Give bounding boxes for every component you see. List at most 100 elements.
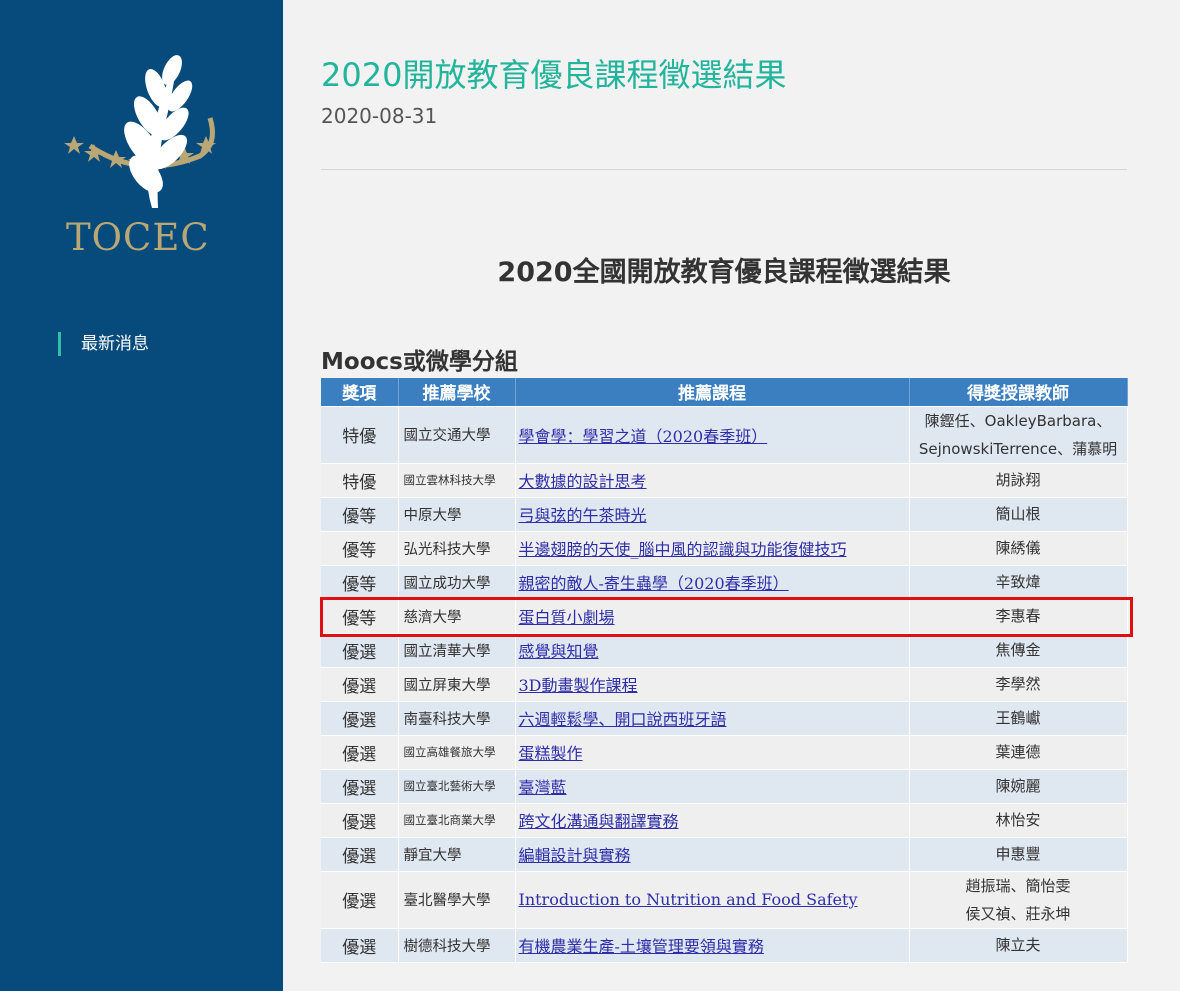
course-cell: 有機農業生產-土壤管理要領與實務 bbox=[515, 928, 910, 963]
header-school: 推薦學校 bbox=[398, 378, 516, 407]
group-title: Moocs或微學分組 bbox=[321, 349, 518, 375]
school-cell: 國立成功大學 bbox=[398, 565, 516, 600]
teacher-cell: 胡詠翔 bbox=[909, 463, 1128, 498]
table-row: 優選 國立清華大學 感覺與知覺 焦傳金 bbox=[321, 633, 1128, 668]
school-cell: 國立交通大學 bbox=[398, 406, 516, 464]
course-link[interactable]: 跨文化溝通與翻譯實務 bbox=[519, 812, 679, 831]
school-cell: 慈濟大學 bbox=[398, 599, 516, 634]
award-cell: 優選 bbox=[321, 701, 399, 736]
course-cell: 蛋白質小劇場 bbox=[515, 599, 910, 634]
teacher-line: 侯又禎、莊永坤 bbox=[965, 904, 1071, 923]
table-row: 優選 國立臺北藝術大學 臺灣藍 陳婉麗 bbox=[321, 769, 1128, 804]
sidebar-item-latest-news[interactable]: 最新消息 bbox=[58, 332, 149, 356]
teacher-cell: 趙振瑞、簡怡雯 侯又禎、莊永坤 bbox=[909, 871, 1128, 929]
course-cell: 半邊翅膀的天使_腦中風的認識與功能復健技巧 bbox=[515, 531, 910, 566]
school-cell: 國立雲林科技大學 bbox=[398, 463, 516, 498]
course-link[interactable]: 蛋糕製作 bbox=[519, 744, 583, 763]
table-row: 優等 中原大學 弓與弦的午茶時光 簡山根 bbox=[321, 497, 1128, 532]
course-link[interactable]: 蛋白質小劇場 bbox=[519, 608, 615, 627]
table-row: 優等 慈濟大學 蛋白質小劇場 李惠春 bbox=[321, 599, 1128, 634]
school-cell: 中原大學 bbox=[398, 497, 516, 532]
teacher-cell: 李惠春 bbox=[909, 599, 1128, 634]
school-cell: 南臺科技大學 bbox=[398, 701, 516, 736]
course-link[interactable]: Introduction to Nutrition and Food Safet… bbox=[519, 890, 858, 909]
course-link[interactable]: 臺灣藍 bbox=[519, 778, 567, 797]
course-link[interactable]: 大數據的設計思考 bbox=[519, 472, 647, 491]
teacher-cell: 陳婉麗 bbox=[909, 769, 1128, 804]
award-cell: 優選 bbox=[321, 803, 399, 838]
course-link[interactable]: 感覺與知覺 bbox=[519, 642, 599, 661]
course-link[interactable]: 半邊翅膀的天使_腦中風的認識與功能復健技巧 bbox=[519, 540, 847, 559]
course-cell: 大數據的設計思考 bbox=[515, 463, 910, 498]
award-cell: 優等 bbox=[321, 497, 399, 532]
award-cell: 優等 bbox=[321, 531, 399, 566]
header-award: 獎項 bbox=[321, 378, 399, 407]
post-date: 2020-08-31 bbox=[321, 104, 438, 128]
course-cell: 編輯設計與實務 bbox=[515, 837, 910, 872]
table-row: 優等 國立成功大學 親密的敵人-寄生蟲學（2020春季班） 辛致煒 bbox=[321, 565, 1128, 600]
award-cell: 優等 bbox=[321, 599, 399, 634]
award-cell: 優選 bbox=[321, 769, 399, 804]
course-cell: 感覺與知覺 bbox=[515, 633, 910, 668]
teacher-cell: 簡山根 bbox=[909, 497, 1128, 532]
table-row: 優選 靜宜大學 編輯設計與實務 申惠豐 bbox=[321, 837, 1128, 872]
school-cell: 弘光科技大學 bbox=[398, 531, 516, 566]
page-title: 2020開放教育優良課程徵選結果 bbox=[321, 56, 787, 94]
header-course: 推薦課程 bbox=[515, 378, 910, 407]
award-cell: 優選 bbox=[321, 667, 399, 702]
course-cell: Introduction to Nutrition and Food Safet… bbox=[515, 871, 910, 929]
school-cell: 國立高雄餐旅大學 bbox=[398, 735, 516, 770]
table-row: 優選 南臺科技大學 六週輕鬆學、開口說西班牙語 王鶴巘 bbox=[321, 701, 1128, 736]
course-link[interactable]: 親密的敵人-寄生蟲學（2020春季班） bbox=[519, 574, 789, 593]
course-cell: 六週輕鬆學、開口說西班牙語 bbox=[515, 701, 910, 736]
logo-text: TOCEC bbox=[66, 216, 210, 259]
teacher-line: 陳鏗任、OakleyBarbara、 bbox=[924, 411, 1112, 430]
course-link[interactable]: 有機農業生產-土壤管理要領與實務 bbox=[519, 937, 764, 956]
award-cell: 優選 bbox=[321, 735, 399, 770]
course-cell: 學會學：學習之道（2020春季班） bbox=[515, 406, 910, 464]
table-row: 優選 國立屏東大學 3D動畫製作課程 李學然 bbox=[321, 667, 1128, 702]
award-cell: 優選 bbox=[321, 633, 399, 668]
award-cell: 優選 bbox=[321, 837, 399, 872]
school-cell: 國立清華大學 bbox=[398, 633, 516, 668]
course-cell: 臺灣藍 bbox=[515, 769, 910, 804]
table-row: 特優 國立交通大學 學會學：學習之道（2020春季班） 陳鏗任、OakleyBa… bbox=[321, 406, 1128, 464]
table-row: 優等 弘光科技大學 半邊翅膀的天使_腦中風的認識與功能復健技巧 陳綉儀 bbox=[321, 531, 1128, 566]
school-cell: 國立屏東大學 bbox=[398, 667, 516, 702]
table-row: 優選 國立高雄餐旅大學 蛋糕製作 葉連德 bbox=[321, 735, 1128, 770]
teacher-cell: 辛致煒 bbox=[909, 565, 1128, 600]
awards-table: 獎項 推薦學校 推薦課程 得獎授課教師 特優 國立交通大學 學會學：學習之道（2… bbox=[321, 378, 1128, 963]
course-link[interactable]: 弓與弦的午茶時光 bbox=[519, 506, 647, 525]
school-cell: 國立臺北藝術大學 bbox=[398, 769, 516, 804]
teacher-cell: 林怡安 bbox=[909, 803, 1128, 838]
teacher-cell: 王鶴巘 bbox=[909, 701, 1128, 736]
section-title: 2020全國開放教育優良課程徵選結果 bbox=[497, 257, 951, 288]
course-link[interactable]: 3D動畫製作課程 bbox=[519, 676, 638, 695]
course-cell: 跨文化溝通與翻譯實務 bbox=[515, 803, 910, 838]
course-cell: 親密的敵人-寄生蟲學（2020春季班） bbox=[515, 565, 910, 600]
teacher-cell: 焦傳金 bbox=[909, 633, 1128, 668]
teacher-line: SejnowskiTerrence、蒲慕明 bbox=[918, 439, 1118, 458]
tocec-logo[interactable]: TOCEC bbox=[60, 48, 230, 268]
teacher-cell: 陳綉儀 bbox=[909, 531, 1128, 566]
teacher-line: 趙振瑞、簡怡雯 bbox=[965, 876, 1071, 895]
divider bbox=[321, 169, 1127, 170]
wheat-logo-icon bbox=[64, 55, 216, 208]
table-header-row: 獎項 推薦學校 推薦課程 得獎授課教師 bbox=[321, 378, 1128, 407]
table-row: 特優 國立雲林科技大學 大數據的設計思考 胡詠翔 bbox=[321, 463, 1128, 498]
table-row: 優選 臺北醫學大學 Introduction to Nutrition and … bbox=[321, 871, 1128, 929]
award-cell: 特優 bbox=[321, 463, 399, 498]
course-cell: 3D動畫製作課程 bbox=[515, 667, 910, 702]
award-cell: 優選 bbox=[321, 928, 399, 963]
sidebar: TOCEC 最新消息 bbox=[0, 0, 283, 991]
teacher-cell: 李學然 bbox=[909, 667, 1128, 702]
award-cell: 特優 bbox=[321, 406, 399, 464]
course-link[interactable]: 學會學：學習之道（2020春季班） bbox=[519, 427, 768, 446]
course-link[interactable]: 編輯設計與實務 bbox=[519, 846, 631, 865]
table-row: 優選 樹德科技大學 有機農業生產-土壤管理要領與實務 陳立夫 bbox=[321, 928, 1128, 963]
award-cell: 優等 bbox=[321, 565, 399, 600]
teacher-cell: 申惠豐 bbox=[909, 837, 1128, 872]
course-link[interactable]: 六週輕鬆學、開口說西班牙語 bbox=[519, 710, 727, 729]
school-cell: 國立臺北商業大學 bbox=[398, 803, 516, 838]
course-cell: 弓與弦的午茶時光 bbox=[515, 497, 910, 532]
